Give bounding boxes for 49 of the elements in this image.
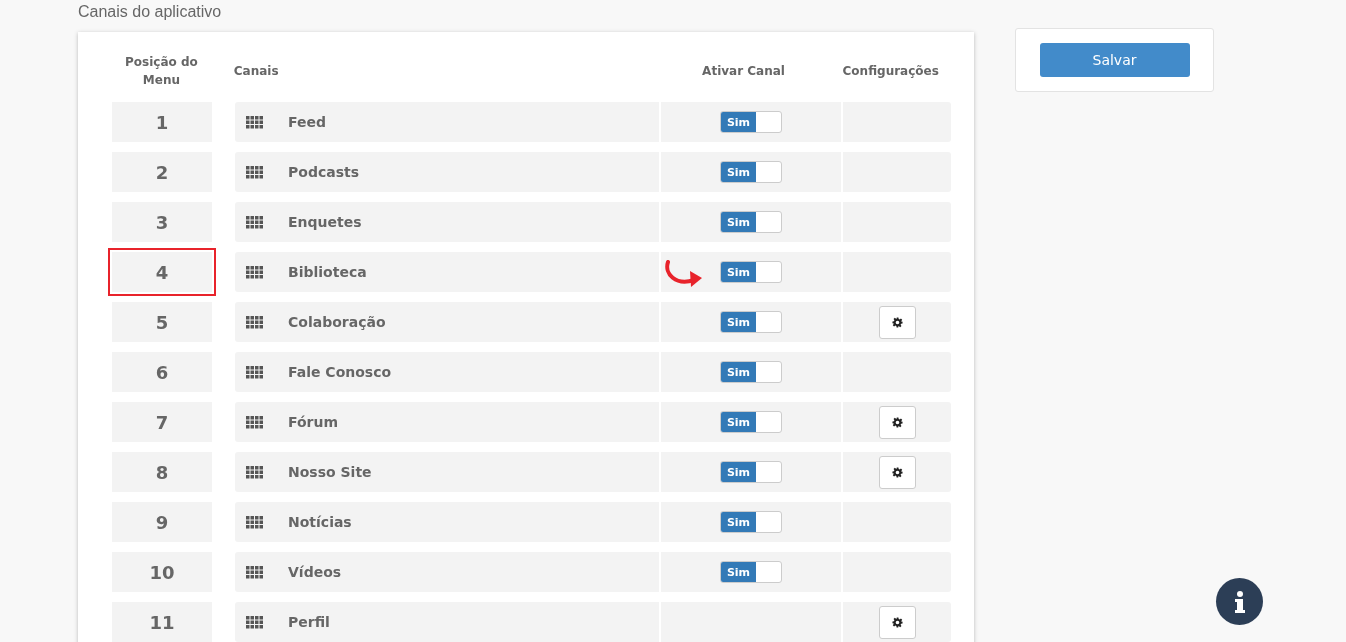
toggle-switch[interactable]: Sim: [720, 311, 782, 333]
gear-icon: [891, 416, 903, 428]
column-header: Configurações: [842, 64, 939, 78]
channel-name: Biblioteca: [288, 264, 367, 280]
channel-name: Vídeos: [288, 564, 342, 580]
grid-icon[interactable]: [246, 215, 263, 229]
save-button[interactable]: Salvar: [1039, 43, 1190, 77]
channel-name: Podcasts: [288, 164, 359, 180]
section-title: Canais do aplicativo: [78, 2, 223, 22]
settings-button[interactable]: [878, 305, 916, 339]
toggle-switch[interactable]: Sim: [720, 461, 782, 483]
settings-button[interactable]: [878, 455, 916, 489]
channel-name: Fórum: [288, 414, 339, 430]
grid-icon[interactable]: [246, 265, 263, 279]
column-header: Canais: [233, 64, 279, 78]
toggle-switch[interactable]: Sim: [720, 161, 782, 183]
toggle-switch[interactable]: Sim: [720, 561, 782, 583]
channel-name: Notícias: [288, 514, 352, 530]
column-header: Ativar Canal: [702, 64, 785, 78]
gear-icon: [891, 466, 903, 478]
grid-icon[interactable]: [246, 365, 263, 379]
grid-icon[interactable]: [246, 315, 263, 329]
settings-button[interactable]: [878, 405, 916, 439]
gear-icon: [891, 616, 903, 628]
gear-icon: [891, 316, 903, 328]
channel-name: Colaboração: [288, 314, 386, 330]
settings-button[interactable]: [878, 605, 916, 639]
grid-icon[interactable]: [246, 615, 263, 629]
channel-name: Enquetes: [288, 214, 362, 230]
grid-icon[interactable]: [246, 515, 263, 529]
toggle-switch[interactable]: Sim: [720, 361, 782, 383]
channel-name: Perfil: [288, 614, 330, 630]
toggle-switch[interactable]: Sim: [720, 511, 782, 533]
info-button[interactable]: [1216, 578, 1263, 625]
channel-name: Fale Conosco: [288, 364, 392, 380]
grid-icon[interactable]: [246, 465, 263, 479]
toggle-switch[interactable]: Sim: [720, 261, 782, 283]
grid-icon[interactable]: [246, 115, 263, 129]
grid-icon[interactable]: [246, 565, 263, 579]
toggle-switch[interactable]: Sim: [720, 111, 782, 133]
position-cell: 4: [108, 248, 216, 296]
grid-icon[interactable]: [246, 415, 263, 429]
grid-icon[interactable]: [246, 165, 263, 179]
column-header: Posição do Menu: [124, 54, 199, 89]
info-icon: [1232, 589, 1247, 614]
toggle-switch[interactable]: Sim: [720, 411, 782, 433]
toggle-switch[interactable]: Sim: [720, 211, 782, 233]
channel-name: Nosso Site: [288, 464, 372, 480]
channel-name: Feed: [288, 114, 326, 130]
